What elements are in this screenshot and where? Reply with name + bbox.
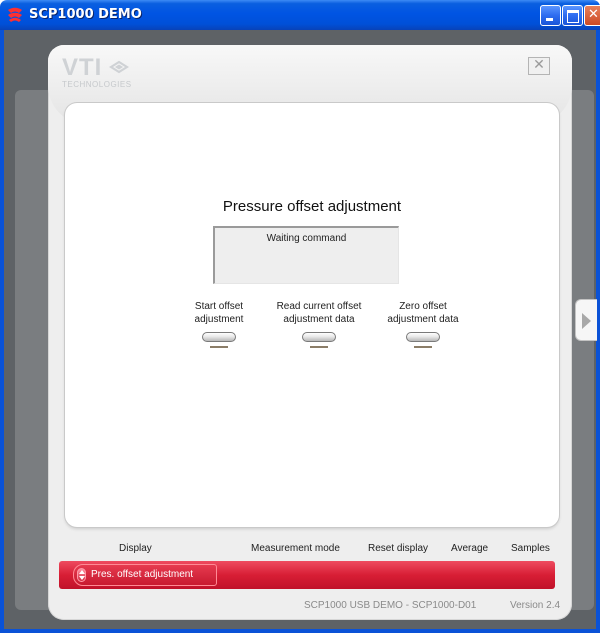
nav-display[interactable]: Display xyxy=(119,543,152,554)
button-base-line xyxy=(414,346,432,348)
close-window-button[interactable] xyxy=(584,5,600,26)
start-offset-adjustment-button[interactable] xyxy=(202,332,236,342)
button-base-line xyxy=(310,346,328,348)
nav-average[interactable]: Average xyxy=(451,543,488,554)
nav-samples[interactable]: Samples xyxy=(511,543,550,554)
nav-reset-display[interactable]: Reset display xyxy=(368,543,428,554)
app-icon xyxy=(8,7,22,22)
vti-logo: VTI TECHNOLOGIES xyxy=(62,54,132,89)
start-offset-adjustment-action: Start offset adjustment xyxy=(164,300,274,348)
client-area: VTI TECHNOLOGIES ✕ Pressure offset adjus… xyxy=(4,30,596,629)
footer-version: Version 2.4 xyxy=(510,600,561,611)
content-card: Pressure offset adjustment Waiting comma… xyxy=(65,103,559,527)
button-base-line xyxy=(210,346,228,348)
main-panel: VTI TECHNOLOGIES ✕ Pressure offset adjus… xyxy=(48,45,572,620)
read-offset-adjustment-button[interactable] xyxy=(302,332,336,342)
minimize-button[interactable] xyxy=(540,5,561,26)
read-offset-adjustment-action: Read current offset adjustment data xyxy=(264,300,374,348)
window-title: SCP1000 DEMO xyxy=(29,7,142,22)
logo-text: VTI xyxy=(62,54,103,81)
right-side-rail xyxy=(570,90,594,610)
footer-device: SCP1000 USB DEMO - SCP1000-D01 xyxy=(304,600,477,611)
action-label: Start offset adjustment xyxy=(194,301,244,325)
nav-measurement-mode[interactable]: Measurement mode xyxy=(251,543,340,554)
mode-selector[interactable]: Pres. offset adjustment xyxy=(73,564,217,586)
window-titlebar[interactable]: SCP1000 DEMO xyxy=(0,0,600,30)
mode-selector-value: Pres. offset adjustment xyxy=(91,569,194,580)
mode-spinner-icon[interactable] xyxy=(77,568,86,582)
page-title: Pressure offset adjustment xyxy=(222,198,402,215)
action-label: Read current offset adjustment data xyxy=(276,301,362,325)
bottom-nav-labels: Display Measurement mode Reset display A… xyxy=(0,543,600,557)
zero-offset-adjustment-button[interactable] xyxy=(406,332,440,342)
status-display: Waiting command xyxy=(213,226,399,284)
logo-diamond-icon xyxy=(108,60,129,74)
zero-offset-adjustment-action: Zero offset adjustment data xyxy=(368,300,478,348)
logo-subtitle: TECHNOLOGIES xyxy=(62,80,132,89)
action-label: Zero offset adjustment data xyxy=(387,301,459,325)
panel-close-button[interactable]: ✕ xyxy=(528,57,550,75)
control-bar: Pres. offset adjustment xyxy=(59,561,555,589)
expand-right-arrow-button[interactable] xyxy=(575,299,597,341)
maximize-button[interactable] xyxy=(562,5,583,26)
left-side-rail xyxy=(15,90,49,610)
